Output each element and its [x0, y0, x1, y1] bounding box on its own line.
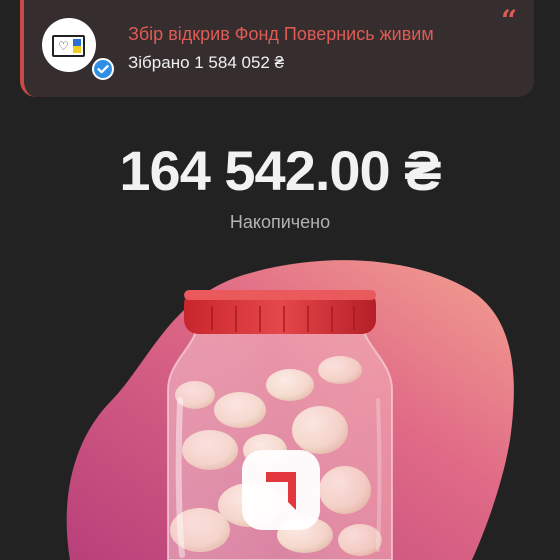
jar-icon: [66, 260, 514, 560]
flag-yellow: [73, 46, 81, 53]
collected-amount: Зібрано 1 584 052 ₴: [128, 53, 285, 72]
frame-icon: ♡: [52, 35, 85, 57]
verified-badge-icon: [92, 58, 114, 80]
quote-icon: “: [501, 4, 518, 37]
flag-blue: [73, 39, 81, 46]
heart-icon: ♡: [58, 39, 69, 53]
brand-logo-icon: [242, 450, 320, 530]
accumulated-amount: 164 542.00 ₴: [119, 139, 441, 202]
accumulated-label: Накопичено: [229, 212, 331, 232]
fund-logo-icon[interactable]: ♡: [42, 18, 96, 72]
notice-title: Збір відкрив Фонд Повернись живим: [128, 24, 434, 44]
fund-notice-banner[interactable]: [20, 0, 534, 97]
